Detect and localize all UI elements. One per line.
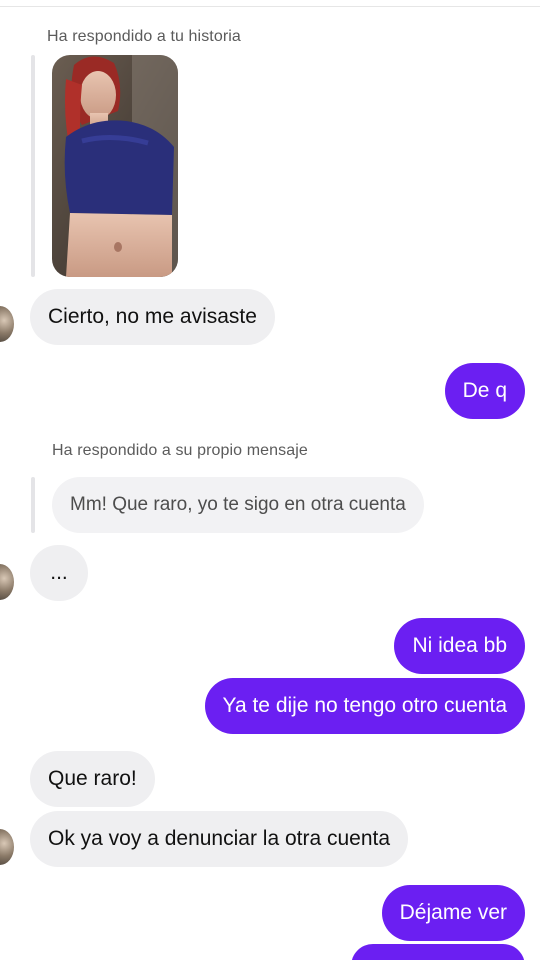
contact-avatar[interactable] <box>0 829 14 865</box>
own-reply-note: Ha respondido a su propio mensaje <box>52 442 308 459</box>
outgoing-message-bubble-partial <box>351 944 525 960</box>
outgoing-message-bubble: De q <box>444 363 525 419</box>
story-thumbnail[interactable] <box>52 55 178 277</box>
contact-avatar[interactable] <box>0 564 14 600</box>
outgoing-message-bubble: Ni idea bb <box>394 618 525 674</box>
contact-avatar[interactable] <box>0 306 14 342</box>
incoming-message-bubble: ... <box>30 545 88 601</box>
story-reply-note: Ha respondido a tu historia <box>47 28 241 45</box>
story-reply-bar <box>31 55 35 277</box>
story-image <box>52 55 178 277</box>
incoming-message-bubble: Que raro! <box>30 751 155 807</box>
incoming-message-bubble: Cierto, no me avisaste <box>30 289 275 345</box>
top-divider <box>0 6 540 7</box>
incoming-message-bubble: Ok ya voy a denunciar la otra cuenta <box>30 811 409 867</box>
outgoing-message-bubble: Déjame ver <box>381 885 525 941</box>
quoted-reply-bar <box>31 477 35 533</box>
quoted-message: Mm! Que raro, yo te sigo en otra cuenta <box>52 477 424 533</box>
outgoing-message-bubble: Ya te dije no tengo otro cuenta <box>204 678 525 734</box>
